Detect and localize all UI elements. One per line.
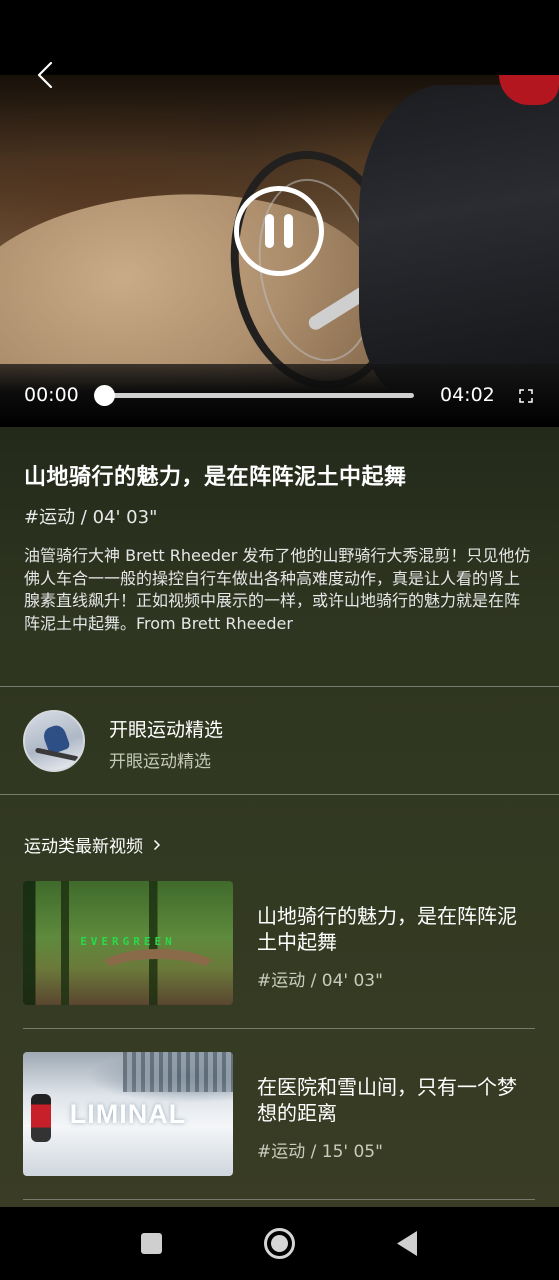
list-divider xyxy=(23,1199,535,1200)
pause-icon-bar xyxy=(284,214,293,248)
video-thumbnail[interactable]: LIMINAL xyxy=(23,1052,233,1176)
back-button[interactable] xyxy=(30,58,60,92)
divider xyxy=(0,686,559,687)
author-name[interactable]: 开眼运动精选 xyxy=(109,715,223,742)
screen: 00:00 04:02 山地骑行的魅力，是在阵阵泥土中起舞 #运动 / 04' … xyxy=(0,0,559,1280)
author-avatar[interactable] xyxy=(23,710,85,772)
divider xyxy=(0,794,559,795)
related-video-tag: #运动 / 15' 05" xyxy=(257,1142,383,1162)
related-video-tag: #运动 / 04' 03" xyxy=(257,971,383,991)
video-scene-rider xyxy=(359,85,559,391)
back-triangle-shape xyxy=(397,1231,417,1256)
player-controls: 00:00 04:02 xyxy=(0,364,559,427)
video-thumbnail[interactable]: EVERGREEN xyxy=(23,881,233,1005)
video-player[interactable]: 00:00 04:02 xyxy=(0,0,559,427)
related-video-title: 在医院和雪山间，只有一个梦想的距离 xyxy=(257,1075,517,1125)
progress-track[interactable] xyxy=(104,393,414,398)
home-circle-icon[interactable] xyxy=(264,1228,295,1259)
video-detail: 山地骑行的魅力，是在阵阵泥土中起舞 #运动 / 04' 03" 油管骑行大神 B… xyxy=(0,427,559,1207)
related-video-item[interactable]: LIMINAL 在医院和雪山间，只有一个梦想的距离 #运动 / 15' 05" xyxy=(23,1052,535,1176)
thumbnail-trees xyxy=(123,1052,233,1092)
thumbnail-title-text: EVERGREEN xyxy=(80,935,176,948)
chevron-right-icon xyxy=(153,839,161,850)
back-triangle-icon[interactable] xyxy=(396,1230,418,1257)
system-nav-bar xyxy=(0,1207,559,1280)
thumbnail-title-text: LIMINAL xyxy=(69,1099,187,1129)
chevron-left-icon xyxy=(37,61,53,89)
list-divider xyxy=(23,1028,535,1029)
recents-square-icon[interactable] xyxy=(141,1233,162,1254)
video-title: 山地骑行的魅力，是在阵阵泥土中起舞 xyxy=(24,465,407,490)
author-subtitle: 开眼运动精选 xyxy=(109,752,211,772)
video-description: 油管骑行大神 Brett Rheeder 发布了他的山野骑行大秀混剪！只见他仿佛… xyxy=(24,546,531,633)
thumbnail-trail xyxy=(93,949,223,999)
related-video-title: 山地骑行的魅力，是在阵阵泥土中起舞 xyxy=(257,904,517,954)
total-time: 04:02 xyxy=(440,384,495,406)
related-section-header[interactable]: 运动类最新视频 xyxy=(24,832,161,857)
pause-button[interactable] xyxy=(234,186,324,276)
progress-thumb[interactable] xyxy=(93,385,115,406)
related-video-item[interactable]: EVERGREEN 山地骑行的魅力，是在阵阵泥土中起舞 #运动 / 04' 03… xyxy=(23,881,535,1005)
current-time: 00:00 xyxy=(24,384,79,406)
fullscreen-icon xyxy=(519,389,533,403)
related-section-title: 运动类最新视频 xyxy=(24,837,143,857)
home-dot xyxy=(271,1235,288,1252)
fullscreen-button[interactable] xyxy=(516,386,536,406)
video-category-duration: #运动 / 04' 03" xyxy=(24,507,158,528)
pause-icon xyxy=(265,214,274,248)
